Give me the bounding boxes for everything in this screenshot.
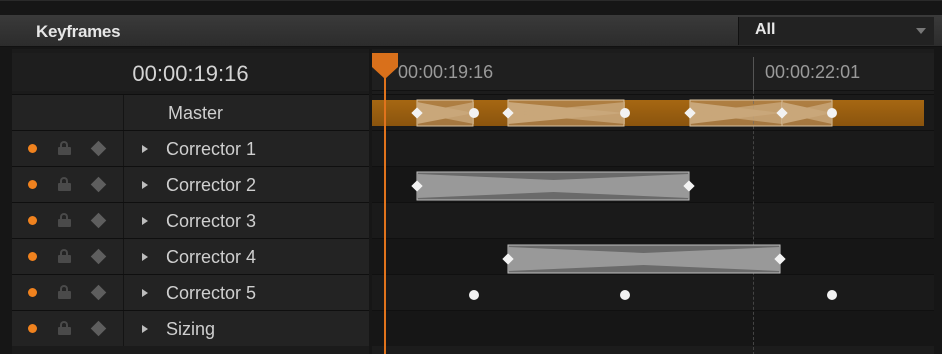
track-controls	[12, 203, 124, 238]
panel-title: Keyframes	[36, 22, 121, 41]
enable-dot-icon[interactable]	[28, 288, 37, 297]
track-label: Corrector 3	[166, 211, 257, 231]
track-controls	[12, 95, 124, 130]
keyframe-dot[interactable]	[469, 108, 479, 118]
track-label: Corrector 4	[166, 247, 257, 267]
enable-dot-icon[interactable]	[28, 324, 37, 333]
keyframe-dot[interactable]	[469, 290, 479, 300]
playhead-handle[interactable]	[372, 53, 398, 67]
keyframe-timeline[interactable]: 00:00:19:16 00:00:22:01	[372, 49, 934, 354]
keyframe-diamond-icon[interactable]	[90, 320, 107, 337]
track-row-corrector-3[interactable]: Corrector 3	[12, 202, 369, 238]
track-controls	[12, 131, 124, 166]
expand-triangle-icon[interactable]	[142, 145, 148, 153]
expand-triangle-icon[interactable]	[142, 181, 148, 189]
keyframe-filter-dropdown[interactable]: All	[738, 17, 934, 45]
lock-icon[interactable]	[58, 285, 72, 299]
keyframe-dot[interactable]	[827, 290, 837, 300]
panel-header: Keyframes All	[0, 15, 942, 47]
track-label: Corrector 1	[166, 139, 257, 159]
track-label: Corrector 2	[166, 175, 257, 195]
expand-triangle-icon[interactable]	[142, 325, 148, 333]
keyframe-dot[interactable]	[827, 108, 837, 118]
keyframe-graphics	[411, 99, 837, 300]
lock-icon[interactable]	[58, 321, 72, 335]
playhead-line[interactable]	[384, 53, 386, 354]
track-row-corrector-5[interactable]: Corrector 5	[12, 274, 369, 310]
enable-dot-icon[interactable]	[28, 180, 37, 189]
keyframe-dot[interactable]	[620, 108, 630, 118]
lock-icon[interactable]	[58, 177, 72, 191]
lock-icon[interactable]	[58, 213, 72, 227]
corrector-2-segment[interactable]	[416, 171, 690, 201]
master-segment-3[interactable]	[689, 99, 783, 127]
filter-value: All	[755, 21, 776, 38]
track-controls	[12, 275, 124, 310]
track-label: Sizing	[166, 319, 216, 339]
track-controls	[12, 167, 124, 202]
expand-triangle-icon[interactable]	[142, 289, 148, 297]
master-segment-2[interactable]	[507, 99, 625, 127]
current-timecode-display: 00:00:19:16	[12, 53, 369, 91]
track-controls	[12, 239, 124, 274]
enable-dot-icon[interactable]	[28, 216, 37, 225]
keyframe-diamond-icon[interactable]	[90, 140, 107, 157]
track-row-corrector-2[interactable]: Corrector 2	[12, 166, 369, 202]
track-label: Master	[168, 103, 224, 123]
enable-dot-icon[interactable]	[28, 144, 37, 153]
expand-triangle-icon[interactable]	[142, 253, 148, 261]
playhead-handle-tip-icon[interactable]	[372, 67, 398, 79]
master-segment-4[interactable]	[781, 99, 833, 127]
track-controls	[12, 311, 124, 346]
track-row-corrector-1[interactable]: Corrector 1	[12, 130, 369, 166]
track-row-master[interactable]: Master	[12, 94, 369, 130]
track-row-corrector-4[interactable]: Corrector 4	[12, 238, 369, 274]
track-row-sizing[interactable]: Sizing	[12, 310, 369, 346]
expand-triangle-icon[interactable]	[142, 217, 148, 225]
keyframes-panel: Keyframes All 00:00:19:16 Master Correct…	[0, 0, 942, 354]
lock-icon[interactable]	[58, 141, 72, 155]
keyframe-dot[interactable]	[620, 290, 630, 300]
lock-icon[interactable]	[58, 249, 72, 263]
keyframe-diamond-icon[interactable]	[90, 284, 107, 301]
master-segment-1[interactable]	[416, 99, 474, 127]
dropdown-arrow-icon	[916, 28, 926, 34]
corrector-4-segment[interactable]	[507, 244, 781, 274]
track-list: 00:00:19:16 Master Corrector 1 Corrector…	[12, 49, 369, 354]
track-label: Corrector 5	[166, 283, 257, 303]
enable-dot-icon[interactable]	[28, 252, 37, 261]
keyframe-diamond-icon[interactable]	[90, 176, 107, 193]
keyframe-diamond-icon[interactable]	[90, 248, 107, 265]
current-timecode: 00:00:19:16	[132, 61, 249, 86]
keyframe-diamond-icon[interactable]	[90, 212, 107, 229]
